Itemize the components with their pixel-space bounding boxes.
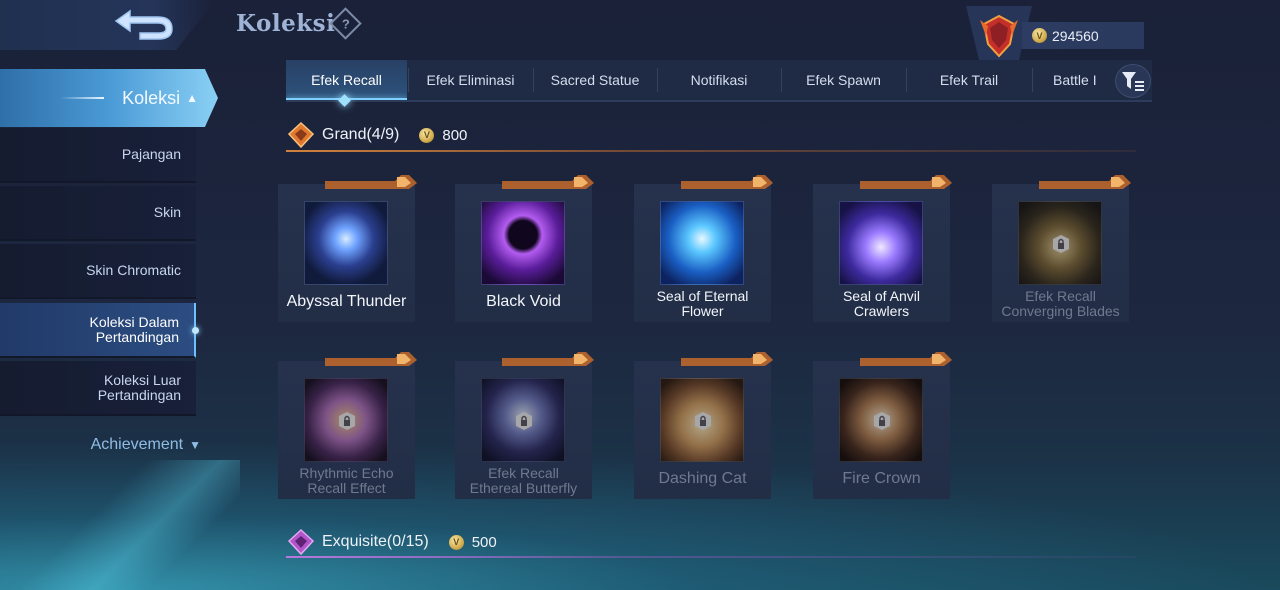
sidebar-group-achievement[interactable]: Achievement ▼ — [0, 430, 205, 460]
lock-icon — [695, 412, 711, 430]
effect-thumbnail — [304, 201, 388, 285]
card-corner-ornament — [860, 352, 952, 366]
effect-card[interactable]: Seal of Anvil Crawlers — [813, 175, 952, 322]
effect-thumbnail — [839, 201, 923, 285]
effect-card[interactable]: Seal of Eternal Flower — [634, 175, 773, 322]
grand-tier-icon — [287, 121, 315, 149]
sidebar-group-label: Koleksi — [122, 87, 181, 108]
effect-name: Black Void — [486, 293, 561, 310]
filter-button[interactable] — [1115, 64, 1151, 98]
card-corner-ornament — [1039, 175, 1131, 189]
effect-thumbnail — [1018, 201, 1102, 285]
achievement-label: Achievement — [90, 436, 184, 453]
effect-thumbnail — [481, 378, 565, 462]
tab-efek-recall[interactable]: Efek Recall — [286, 60, 407, 100]
battle-points-value: 294560 — [1052, 27, 1099, 44]
sidebar-item-skin[interactable]: Skin — [0, 186, 196, 241]
section-divider — [286, 150, 1136, 152]
effect-name: Efek Recall Converging Blades — [1001, 288, 1120, 319]
card-corner-ornament — [325, 175, 417, 189]
battle-points-display: V 294560 — [1022, 22, 1144, 49]
card-corner-ornament — [325, 352, 417, 366]
sidebar-item-skin-chromatic[interactable]: Skin Chromatic — [0, 244, 196, 299]
tab-efek-eliminasi[interactable]: Efek Eliminasi — [409, 60, 532, 100]
effect-card[interactable]: Efek Recall Ethereal Butterfly — [455, 352, 594, 499]
lock-icon — [339, 412, 355, 430]
exquisite-tier-icon — [287, 528, 315, 556]
section-divider — [286, 556, 1136, 558]
background-light-streak — [0, 460, 240, 590]
tab-efek-trail[interactable]: Efek Trail — [907, 60, 1031, 100]
card-corner-ornament — [860, 175, 952, 189]
tab-efek-spawn[interactable]: Efek Spawn — [782, 60, 905, 100]
card-corner-ornament — [502, 352, 594, 366]
sidebar-item-koleksi-luar-pertandingan[interactable]: Koleksi Luar Pertandingan — [0, 361, 196, 416]
effect-name: Abyssal Thunder — [286, 293, 407, 310]
section-title: Grand(4/9) — [322, 126, 400, 143]
battle-point-coin-icon: V — [1032, 28, 1047, 43]
effect-card[interactable]: Rhythmic Echo Recall Effect — [278, 352, 417, 499]
section-header-exquisite: Exquisite(0/15) V 500 — [286, 526, 497, 558]
effect-card[interactable]: Fire Crown — [813, 352, 952, 499]
effect-card[interactable]: Abyssal Thunder — [278, 175, 417, 322]
lock-icon — [516, 412, 532, 430]
sidebar-group-koleksi[interactable]: Koleksi ▲ — [0, 69, 218, 127]
lock-icon — [1053, 235, 1069, 253]
section-title: Exquisite(0/15) — [322, 533, 429, 550]
help-glyph: ? — [341, 15, 350, 31]
lock-icon — [874, 412, 890, 430]
section-header-grand: Grand(4/9) V 800 — [286, 119, 467, 151]
effect-thumbnail — [839, 378, 923, 462]
effect-thumbnail — [304, 378, 388, 462]
effect-name: Seal of Eternal Flower — [656, 288, 749, 319]
effect-thumbnail — [660, 201, 744, 285]
effect-card[interactable]: Dashing Cat — [634, 352, 773, 499]
effect-thumbnail — [660, 378, 744, 462]
battle-point-coin-icon: V — [419, 127, 435, 143]
chevron-down-icon: ▼ — [189, 438, 201, 452]
back-arrow-icon — [114, 9, 173, 40]
chevron-up-icon: ▲ — [186, 91, 198, 105]
filter-icon — [1122, 72, 1144, 91]
page-title: Koleksi — [236, 10, 336, 37]
section-cost: 800 — [442, 126, 468, 144]
card-corner-ornament — [681, 175, 773, 189]
back-button[interactable] — [0, 0, 215, 50]
card-corner-ornament — [502, 175, 594, 189]
effect-name: Seal of Anvil Crawlers — [842, 288, 921, 319]
effect-name: Efek Recall Ethereal Butterfly — [469, 465, 578, 496]
effect-name: Fire Crown — [842, 470, 921, 487]
battle-point-coin-icon: V — [448, 534, 464, 550]
effect-name: Rhythmic Echo Recall Effect — [299, 465, 394, 496]
tab-sacred-statue[interactable]: Sacred Statue — [534, 60, 656, 100]
effect-thumbnail — [481, 201, 565, 285]
tab-notifikasi[interactable]: Notifikasi — [658, 60, 780, 100]
tab-battle[interactable]: Battle I — [1033, 60, 1113, 100]
sidebar-item-pajangan[interactable]: Pajangan — [0, 128, 196, 183]
effect-card[interactable]: Efek Recall Converging Blades — [992, 175, 1131, 322]
sidebar-item-koleksi-dalam-pertandingan[interactable]: Koleksi Dalam Pertandingan — [0, 303, 199, 358]
effect-name: Dashing Cat — [658, 470, 747, 487]
category-tabs: Efek Recall Efek Eliminasi Sacred Statue… — [286, 60, 1152, 102]
section-cost: 500 — [471, 533, 497, 551]
effect-card[interactable]: Black Void — [455, 175, 594, 322]
card-corner-ornament — [681, 352, 773, 366]
